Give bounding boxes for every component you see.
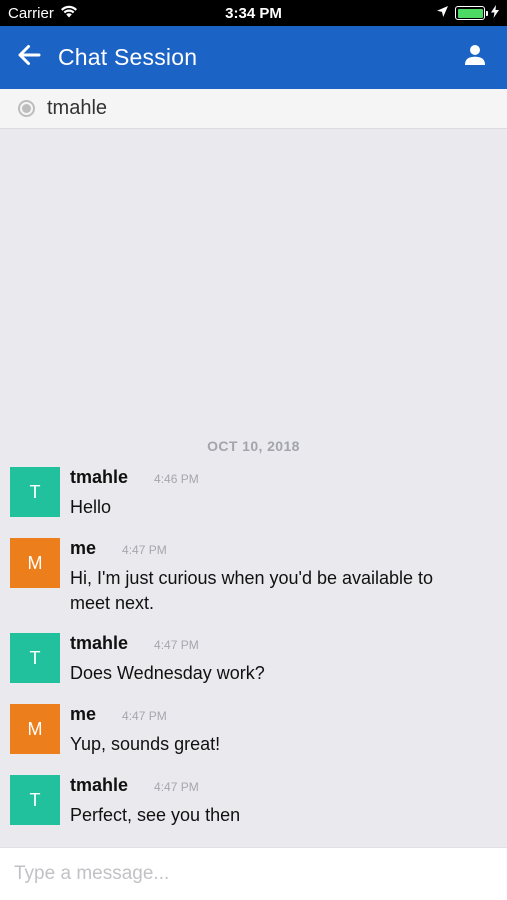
message-list[interactable]: OCT 10, 2018 T tmahle 4:46 PM Hello M me… [0,129,507,847]
avatar[interactable]: T [10,633,60,683]
message-text: Hi, I'm just curious when you'd be avail… [70,568,434,613]
message-meta: me 4:47 PM [70,704,470,726]
battery-level [457,8,483,18]
date-separator: OCT 10, 2018 [207,438,300,454]
wifi-icon [60,5,78,22]
message-meta: tmahle 4:47 PM [70,633,470,655]
app-header: Chat Session [0,26,507,89]
message-item: T tmahle 4:46 PM Hello [10,467,500,520]
message-time: 4:47 PM [154,780,199,794]
message-time: 4:47 PM [154,638,199,652]
message-meta: tmahle 4:47 PM [70,775,470,797]
contact-strip: tmahle [0,89,507,129]
message-item: M me 4:47 PM Yup, sounds great! [10,704,500,757]
message-item: T tmahle 4:47 PM Does Wednesday work? [10,633,500,686]
carrier-label: Carrier [8,4,54,22]
message-text: Perfect, see you then [70,805,241,825]
message-sender: tmahle [70,775,129,795]
message-body: me 4:47 PM Yup, sounds great! [70,704,470,757]
battery-icon [455,6,488,20]
message-composer [0,847,507,900]
message-sender: me [70,704,97,724]
person-icon [464,44,486,71]
status-bar: Carrier 3:34 PM [0,0,507,26]
charging-bolt-icon [491,4,499,22]
arrow-left-icon [17,44,41,71]
message-meta: me 4:47 PM [70,538,470,560]
status-right [436,4,499,22]
message-item: T tmahle 4:47 PM Perfect, see you then [10,775,500,828]
presence-offline-icon [18,100,35,117]
message-body: tmahle 4:47 PM Perfect, see you then [70,775,470,828]
message-body: tmahle 4:46 PM Hello [70,467,470,520]
avatar[interactable]: T [10,775,60,825]
message-item: M me 4:47 PM Hi, I'm just curious when y… [10,538,500,616]
message-sender: tmahle [70,467,129,487]
message-sender: me [70,538,97,558]
message-meta: tmahle 4:46 PM [70,467,470,489]
location-arrow-icon [436,5,449,22]
message-text: Yup, sounds great! [70,734,221,754]
message-time: 4:47 PM [122,709,167,723]
avatar[interactable]: M [10,704,60,754]
message-time: 4:46 PM [154,472,199,486]
status-left: Carrier [8,5,78,22]
avatar[interactable]: T [10,467,60,517]
message-body: tmahle 4:47 PM Does Wednesday work? [70,633,470,686]
avatar[interactable]: M [10,538,60,588]
contact-profile-button[interactable] [443,26,507,89]
message-sender: tmahle [70,633,129,653]
message-text: Does Wednesday work? [70,663,265,683]
message-text: Hello [70,497,112,517]
contact-name: tmahle [47,97,108,119]
page-title: Chat Session [58,44,198,70]
message-body: me 4:47 PM Hi, I'm just curious when you… [70,538,470,616]
message-input[interactable] [14,863,493,885]
back-button[interactable] [0,26,58,89]
message-time: 4:47 PM [122,543,167,557]
